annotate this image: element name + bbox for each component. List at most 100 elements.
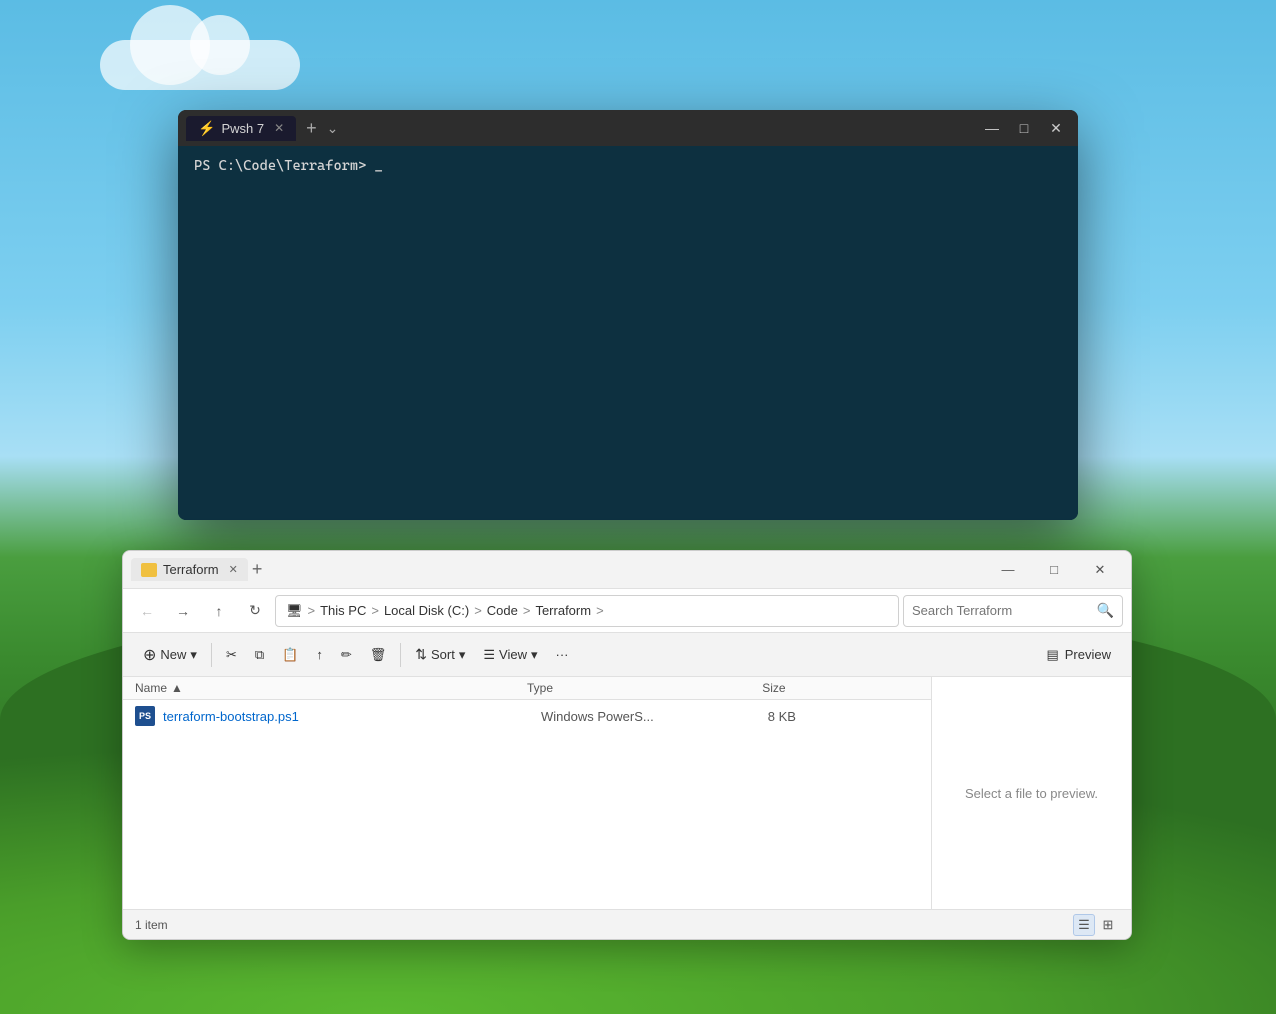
terminal-close-button[interactable]: ✕ (1042, 114, 1070, 142)
column-name-header[interactable]: Name ▲ (135, 681, 527, 695)
back-button[interactable]: ← (131, 595, 163, 627)
terminal-prompt: PS C:\Code\Terraform> _ (194, 158, 383, 174)
refresh-button[interactable]: ↻ (239, 595, 271, 627)
breadcrumb[interactable]: 🖥 > This PC > Local Disk (C:) > Code > T… (275, 595, 899, 627)
new-icon: ⊕ (143, 645, 156, 665)
preview-pane: Select a file to preview. (931, 677, 1131, 909)
breadcrumb-code[interactable]: Code (487, 603, 518, 618)
powershell-icon: ⚡ (198, 120, 215, 137)
new-label: New (160, 647, 186, 662)
table-row[interactable]: PS terraform-bootstrap.ps1 Windows Power… (123, 700, 931, 732)
explorer-maximize-button[interactable]: □ (1031, 554, 1077, 586)
terminal-tab[interactable]: ⚡ Pwsh 7 ✕ (186, 116, 296, 141)
cloud-decoration (100, 40, 300, 90)
breadcrumb-sep1: > (308, 603, 316, 618)
breadcrumb-local-disk[interactable]: Local Disk (C:) (384, 603, 469, 618)
explorer-tab-label: Terraform (163, 562, 219, 577)
explorer-minimize-button[interactable]: — (985, 554, 1031, 586)
preview-button[interactable]: ▤ Preview (1038, 639, 1119, 671)
preview-label: Preview (1065, 647, 1111, 662)
explorer-new-tab-button[interactable]: + (252, 559, 263, 580)
explorer-toolbar: ⊕ New ▾ ✂ ⧉ 📋 ↑ ✏ 🗑 ⇅ Sort ▾ ☰ (123, 633, 1131, 677)
column-type-label: Type (527, 681, 553, 695)
breadcrumb-this-pc[interactable]: This PC (320, 603, 366, 618)
paste-icon: 📋 (282, 647, 298, 663)
statusbar-view-buttons: ☰ ⊞ (1073, 914, 1119, 936)
terminal-window: ⚡ Pwsh 7 ✕ + ⌄ — □ ✕ PS C:\Code\Terrafor… (178, 110, 1078, 520)
file-icon: PS (135, 706, 155, 726)
search-icon: 🔍 (1097, 602, 1114, 619)
preview-hint-text: Select a file to preview. (965, 786, 1098, 801)
up-button[interactable]: ↑ (203, 595, 235, 627)
terminal-tab-dropdown-button[interactable]: ⌄ (327, 120, 339, 137)
preview-icon: ▤ (1046, 647, 1058, 663)
column-size-label: Size (762, 681, 785, 695)
explorer-content: Name ▲ Type Size PS terraform-bootstrap.… (123, 677, 1131, 909)
powershell-file-icon: PS (135, 706, 155, 726)
rename-icon: ✏ (341, 647, 352, 663)
explorer-tab[interactable]: Terraform ✕ (131, 558, 248, 581)
grid-view-button[interactable]: ⊞ (1097, 914, 1119, 936)
search-input[interactable] (912, 603, 1093, 618)
new-button[interactable]: ⊕ New ▾ (135, 639, 205, 671)
explorer-statusbar: 1 item ☰ ⊞ (123, 909, 1131, 939)
view-dropdown-icon: ▾ (531, 647, 538, 663)
explorer-window-controls: — □ ✕ (985, 554, 1123, 586)
separator2 (400, 643, 401, 667)
breadcrumb-sep2: > (371, 603, 379, 618)
more-button[interactable]: ··· (548, 639, 577, 671)
terminal-tab-label: Pwsh 7 (221, 121, 264, 136)
sort-dropdown-icon: ▾ (459, 647, 466, 663)
more-icon: ··· (556, 647, 569, 662)
breadcrumb-sep3: > (474, 603, 482, 618)
cut-icon: ✂ (226, 647, 237, 663)
terminal-minimize-button[interactable]: — (978, 114, 1006, 142)
view-button[interactable]: ☰ View ▾ (475, 639, 545, 671)
copy-icon: ⧉ (255, 647, 264, 663)
terminal-titlebar: ⚡ Pwsh 7 ✕ + ⌄ — □ ✕ (178, 110, 1078, 146)
file-size: 8 KB (768, 709, 919, 724)
paste-button[interactable]: 📋 (274, 639, 306, 671)
delete-icon: 🗑 (370, 647, 387, 663)
breadcrumb-terraform[interactable]: Terraform (535, 603, 591, 618)
folder-icon (141, 563, 157, 577)
explorer-tab-close-icon[interactable]: ✕ (229, 563, 238, 576)
separator1 (211, 643, 212, 667)
explorer-navbar: ← → ↑ ↻ 🖥 > This PC > Local Disk (C:) > … (123, 589, 1131, 633)
terminal-window-controls: — □ ✕ (978, 114, 1070, 142)
cut-button[interactable]: ✂ (218, 639, 245, 671)
view-label: View (499, 647, 527, 662)
explorer-window: Terraform ✕ + — □ ✕ ← → ↑ ↻ 🖥 > This PC … (122, 550, 1132, 940)
new-dropdown-icon: ▾ (190, 647, 197, 663)
file-list[interactable]: Name ▲ Type Size PS terraform-bootstrap.… (123, 677, 931, 909)
view-icon: ☰ (483, 647, 495, 663)
breadcrumb-sep4: > (523, 603, 531, 618)
column-name-label: Name (135, 681, 167, 695)
terminal-tab-close-icon[interactable]: ✕ (274, 121, 284, 135)
rename-button[interactable]: ✏ (333, 639, 360, 671)
breadcrumb-monitor-icon: 🖥 (286, 603, 303, 619)
sort-icon: ⇅ (415, 646, 427, 663)
sort-button[interactable]: ⇅ Sort ▾ (407, 639, 473, 671)
search-box[interactable]: 🔍 (903, 595, 1123, 627)
explorer-close-button[interactable]: ✕ (1077, 554, 1123, 586)
column-size-header[interactable]: Size (762, 681, 919, 695)
sort-label: Sort (431, 647, 455, 662)
file-list-header: Name ▲ Type Size (123, 677, 931, 700)
list-view-button[interactable]: ☰ (1073, 914, 1095, 936)
share-button[interactable]: ↑ (308, 639, 331, 671)
column-type-header[interactable]: Type (527, 681, 762, 695)
copy-button[interactable]: ⧉ (247, 639, 272, 671)
breadcrumb-arrow: > (596, 603, 604, 618)
status-item-count: 1 item (135, 918, 168, 932)
file-name: terraform-bootstrap.ps1 (163, 709, 541, 724)
explorer-titlebar: Terraform ✕ + — □ ✕ (123, 551, 1131, 589)
file-type: Windows PowerS... (541, 709, 768, 724)
column-name-sort-icon: ▲ (171, 681, 183, 695)
delete-button[interactable]: 🗑 (362, 639, 395, 671)
terminal-maximize-button[interactable]: □ (1010, 114, 1038, 142)
terminal-new-tab-button[interactable]: + (300, 118, 323, 139)
share-icon: ↑ (316, 647, 323, 662)
terminal-body[interactable]: PS C:\Code\Terraform> _ (178, 146, 1078, 520)
forward-button[interactable]: → (167, 595, 199, 627)
